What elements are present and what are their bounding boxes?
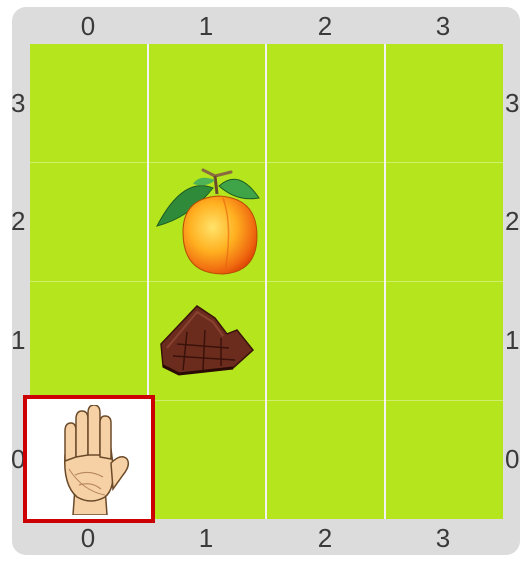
row-label-left-1: 1 bbox=[11, 325, 26, 355]
peach-icon[interactable] bbox=[153, 166, 263, 278]
row-label-right-3: 3 bbox=[505, 88, 520, 118]
col-label-bottom-0: 0 bbox=[80, 523, 96, 553]
col-label-top-1: 1 bbox=[198, 11, 214, 41]
row-label-left-2: 2 bbox=[11, 206, 26, 236]
selected-cell[interactable] bbox=[23, 395, 155, 523]
col-label-bottom-2: 2 bbox=[317, 523, 333, 553]
row-label-right-0: 0 bbox=[505, 444, 520, 474]
chocolate-icon[interactable] bbox=[157, 304, 257, 376]
hand-icon[interactable] bbox=[45, 405, 135, 515]
row-label-right-2: 2 bbox=[505, 206, 520, 236]
row-label-left-3: 3 bbox=[11, 88, 26, 118]
grid-line-h1 bbox=[30, 162, 503, 163]
col-label-top-2: 2 bbox=[317, 11, 333, 41]
grid-line-h2 bbox=[30, 281, 503, 282]
col-label-top-3: 3 bbox=[435, 11, 451, 41]
row-label-right-1: 1 bbox=[505, 325, 520, 355]
col-label-top-0: 0 bbox=[80, 11, 96, 41]
col-label-bottom-1: 1 bbox=[198, 523, 214, 553]
col-label-bottom-3: 3 bbox=[435, 523, 451, 553]
